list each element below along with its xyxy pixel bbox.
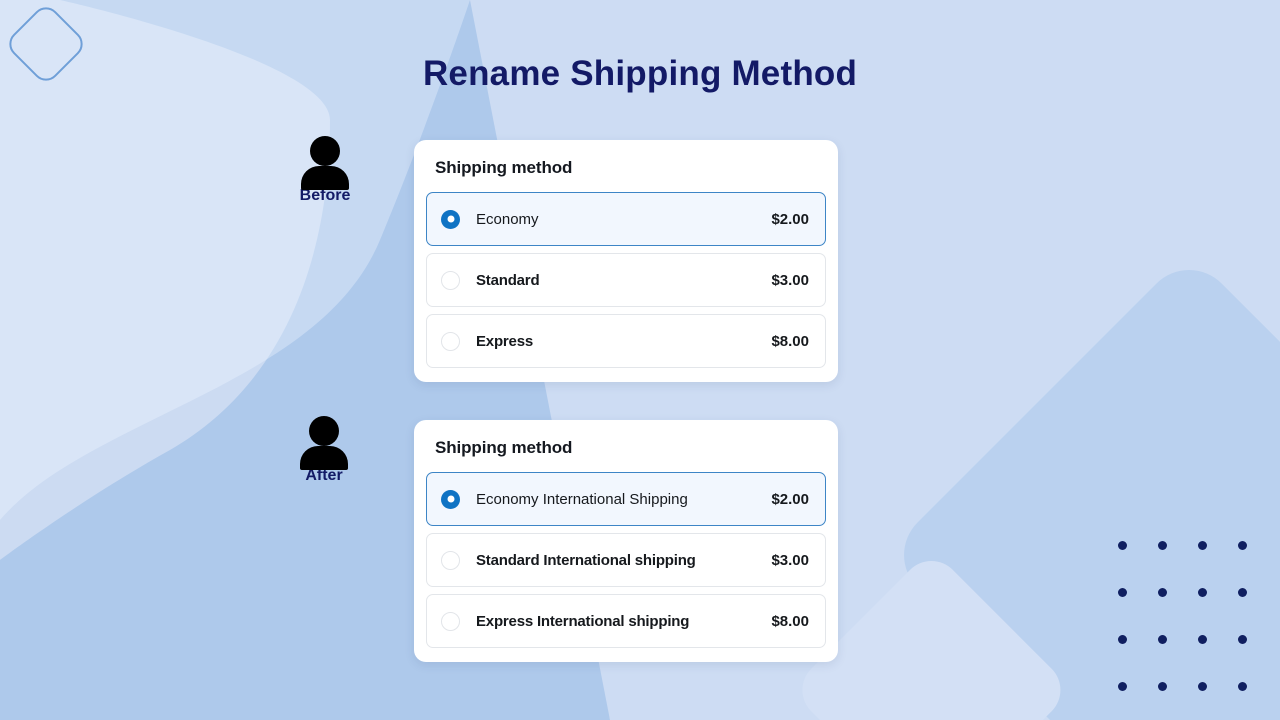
- grid-dot: [1158, 588, 1167, 597]
- shipping-option-row[interactable]: Standard $3.00: [426, 253, 826, 307]
- card-title: Shipping method: [435, 158, 573, 177]
- dot-grid-icon: [1118, 541, 1278, 720]
- grid-dot: [1238, 588, 1247, 597]
- person-head: [309, 416, 339, 446]
- shipping-option-price: $3.00: [771, 271, 809, 289]
- radio-button-unchecked[interactable]: [441, 550, 460, 570]
- card-title: Shipping method: [435, 438, 573, 457]
- shipping-option-label: Economy International Shipping: [476, 490, 688, 508]
- page-title: Rename Shipping Method: [422, 54, 858, 93]
- shipping-option-row[interactable]: Express $8.00: [426, 314, 826, 368]
- grid-dot: [1238, 541, 1247, 550]
- grid-dot: [1118, 541, 1127, 550]
- shipping-option-row[interactable]: Express International shipping $8.00: [426, 594, 826, 648]
- shipping-option-price: $8.00: [771, 332, 809, 350]
- shipping-option-row[interactable]: Standard International shipping $3.00: [426, 533, 826, 587]
- shipping-option-label: Express International shipping: [476, 612, 690, 630]
- person-icon: [300, 416, 348, 470]
- person-head: [310, 136, 340, 166]
- shipping-option-row[interactable]: Economy $2.00: [426, 192, 826, 246]
- person-body: [300, 446, 348, 470]
- grid-dot: [1198, 682, 1207, 691]
- shipping-option-label: Standard International shipping: [476, 551, 696, 569]
- radio-button-unchecked[interactable]: [441, 270, 460, 290]
- shipping-option-price: $8.00: [771, 612, 809, 630]
- grid-dot: [1198, 588, 1207, 597]
- grid-dot: [1158, 635, 1167, 644]
- shipping-method-card-after: Shipping method Economy International Sh…: [414, 420, 838, 662]
- slide-canvas: Rename Shipping Method Before After Ship…: [0, 0, 1280, 720]
- shipping-option-label: Express: [476, 332, 533, 350]
- grid-dot: [1158, 541, 1167, 550]
- shipping-method-card-before: Shipping method Economy $2.00 Standard $…: [414, 140, 838, 382]
- shipping-option-list[interactable]: Economy $2.00 Standard $3.00 Express $8.…: [426, 192, 826, 368]
- shipping-option-label: Economy: [476, 210, 539, 228]
- shipping-option-price: $2.00: [771, 210, 809, 228]
- radio-button-unchecked[interactable]: [441, 611, 460, 631]
- radio-button-unchecked[interactable]: [441, 331, 460, 351]
- shipping-option-row[interactable]: Economy International Shipping $2.00: [426, 472, 826, 526]
- grid-dot: [1238, 682, 1247, 691]
- grid-dot: [1198, 635, 1207, 644]
- grid-dot: [1118, 682, 1127, 691]
- grid-dot: [1118, 635, 1127, 644]
- persona-before: Before: [270, 136, 380, 205]
- grid-dot: [1238, 635, 1247, 644]
- person-icon: [301, 136, 349, 190]
- grid-dot: [1118, 588, 1127, 597]
- shipping-option-list[interactable]: Economy International Shipping $2.00 Sta…: [426, 472, 826, 648]
- shipping-option-label: Standard: [476, 271, 540, 289]
- radio-button-checked[interactable]: [441, 209, 460, 229]
- person-body: [301, 166, 349, 190]
- persona-after: After: [269, 416, 379, 485]
- radio-button-checked[interactable]: [441, 489, 460, 509]
- grid-dot: [1198, 541, 1207, 550]
- shipping-option-price: $2.00: [771, 490, 809, 508]
- grid-dot: [1158, 682, 1167, 691]
- shipping-option-price: $3.00: [771, 551, 809, 569]
